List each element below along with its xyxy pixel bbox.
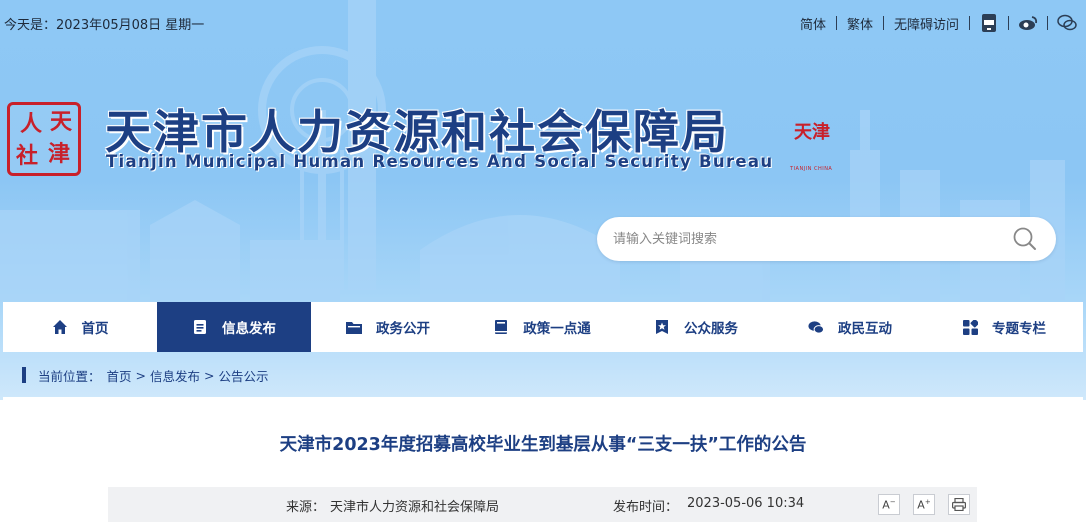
print-icon <box>952 498 966 511</box>
tianjin-city-stamp: 天津 TIANJIN CHINA <box>790 124 840 174</box>
seal-char: 天 <box>49 109 72 135</box>
font-decrease-icon: A− <box>882 497 896 512</box>
nav-item-interaction[interactable]: 政民互动 <box>773 302 927 352</box>
divider <box>1047 16 1048 30</box>
publish-time-label: 发布时间： <box>613 500 679 515</box>
nav-item-info-release[interactable]: 信息发布 <box>157 302 311 352</box>
grid-icon <box>962 319 978 335</box>
print-button[interactable] <box>948 494 970 515</box>
article-title: 天津市2023年度招募高校毕业生到基层从事“三支一扶”工作的公告 <box>279 435 807 455</box>
publish-time-value: 2023-05-06 10:34 <box>687 496 805 511</box>
breadcrumb: 当前位置： 首页 > 信息发布 > 公告公示 <box>22 366 269 384</box>
bureau-seal-logo: 人 天 社 津 <box>7 102 81 176</box>
search-box <box>597 217 1056 261</box>
chat-icon <box>808 319 824 335</box>
nav-item-public-services[interactable]: 公众服务 <box>619 302 773 352</box>
seal-char: 津 <box>47 141 70 167</box>
current-date: 今天是：2023年05月08日 星期一 <box>4 18 205 33</box>
nav-item-home[interactable]: 首页 <box>3 302 157 352</box>
star-icon <box>654 319 670 335</box>
nav-item-government-affairs[interactable]: 政务公开 <box>311 302 465 352</box>
main-nav: 首页 信息发布 政务公开 政策一点通 公众服务 政民互动 专题专栏 <box>3 302 1083 352</box>
top-bar: 今天是：2023年05月08日 星期一 简体 繁体 无障碍访问 <box>0 0 1086 44</box>
document-icon <box>192 319 208 335</box>
font-decrease-button[interactable]: A− <box>878 494 900 515</box>
font-increase-icon: A+ <box>917 497 931 512</box>
city-stamp-small: TIANJIN CHINA <box>790 166 833 172</box>
nav-item-policy[interactable]: 政策一点通 <box>465 302 619 352</box>
breadcrumb-home[interactable]: 首页 <box>107 366 132 385</box>
accessibility-link[interactable]: 无障碍访问 <box>884 14 969 33</box>
nav-label: 信息发布 <box>222 321 276 337</box>
wechat-icon[interactable] <box>1057 13 1077 33</box>
source-label: 来源： <box>286 500 326 515</box>
city-stamp-chars: 天津 <box>794 122 830 143</box>
traditional-chinese-link[interactable]: 繁体 <box>837 14 883 33</box>
folder-icon <box>346 319 362 335</box>
nav-label: 政务公开 <box>376 321 430 337</box>
home-icon <box>52 319 68 335</box>
divider <box>1008 16 1009 30</box>
nav-label: 公众服务 <box>684 321 738 337</box>
breadcrumb-marker <box>22 367 26 383</box>
source-value: 天津市人力资源和社会保障局 <box>330 500 500 515</box>
nav-item-special-topics[interactable]: 专题专栏 <box>927 302 1081 352</box>
seal-char: 人 <box>19 111 42 137</box>
breadcrumb-separator: > <box>135 367 147 383</box>
nav-label: 专题专栏 <box>992 321 1046 337</box>
article-meta-bar: 来源： 天津市人力资源和社会保障局 发布时间： 2023-05-06 10:34… <box>108 487 977 522</box>
breadcrumb-announcements[interactable]: 公告公示 <box>219 366 269 385</box>
breadcrumb-info-release[interactable]: 信息发布 <box>150 366 200 385</box>
article-content: 天津市2023年度招募高校毕业生到基层从事“三支一扶”工作的公告 来源： 天津市… <box>3 397 1083 532</box>
divider <box>969 16 970 30</box>
simplified-chinese-link[interactable]: 简体 <box>790 14 836 33</box>
nav-label: 首页 <box>81 321 109 337</box>
site-subtitle: Tianjin Municipal Human Resources And So… <box>106 152 774 171</box>
font-increase-button[interactable]: A+ <box>913 494 935 515</box>
book-icon <box>493 319 509 335</box>
top-links: 简体 繁体 无障碍访问 <box>790 10 1086 36</box>
nav-label: 政民互动 <box>838 321 892 337</box>
app-icon[interactable] <box>979 13 999 33</box>
breadcrumb-separator: > <box>204 367 215 383</box>
search-icon[interactable] <box>1012 226 1038 252</box>
breadcrumb-prefix: 当前位置： <box>38 368 101 384</box>
nav-label: 政策一点通 <box>523 321 591 337</box>
search-input[interactable] <box>613 217 993 261</box>
weibo-icon[interactable] <box>1018 13 1038 33</box>
seal-char: 社 <box>15 143 38 169</box>
